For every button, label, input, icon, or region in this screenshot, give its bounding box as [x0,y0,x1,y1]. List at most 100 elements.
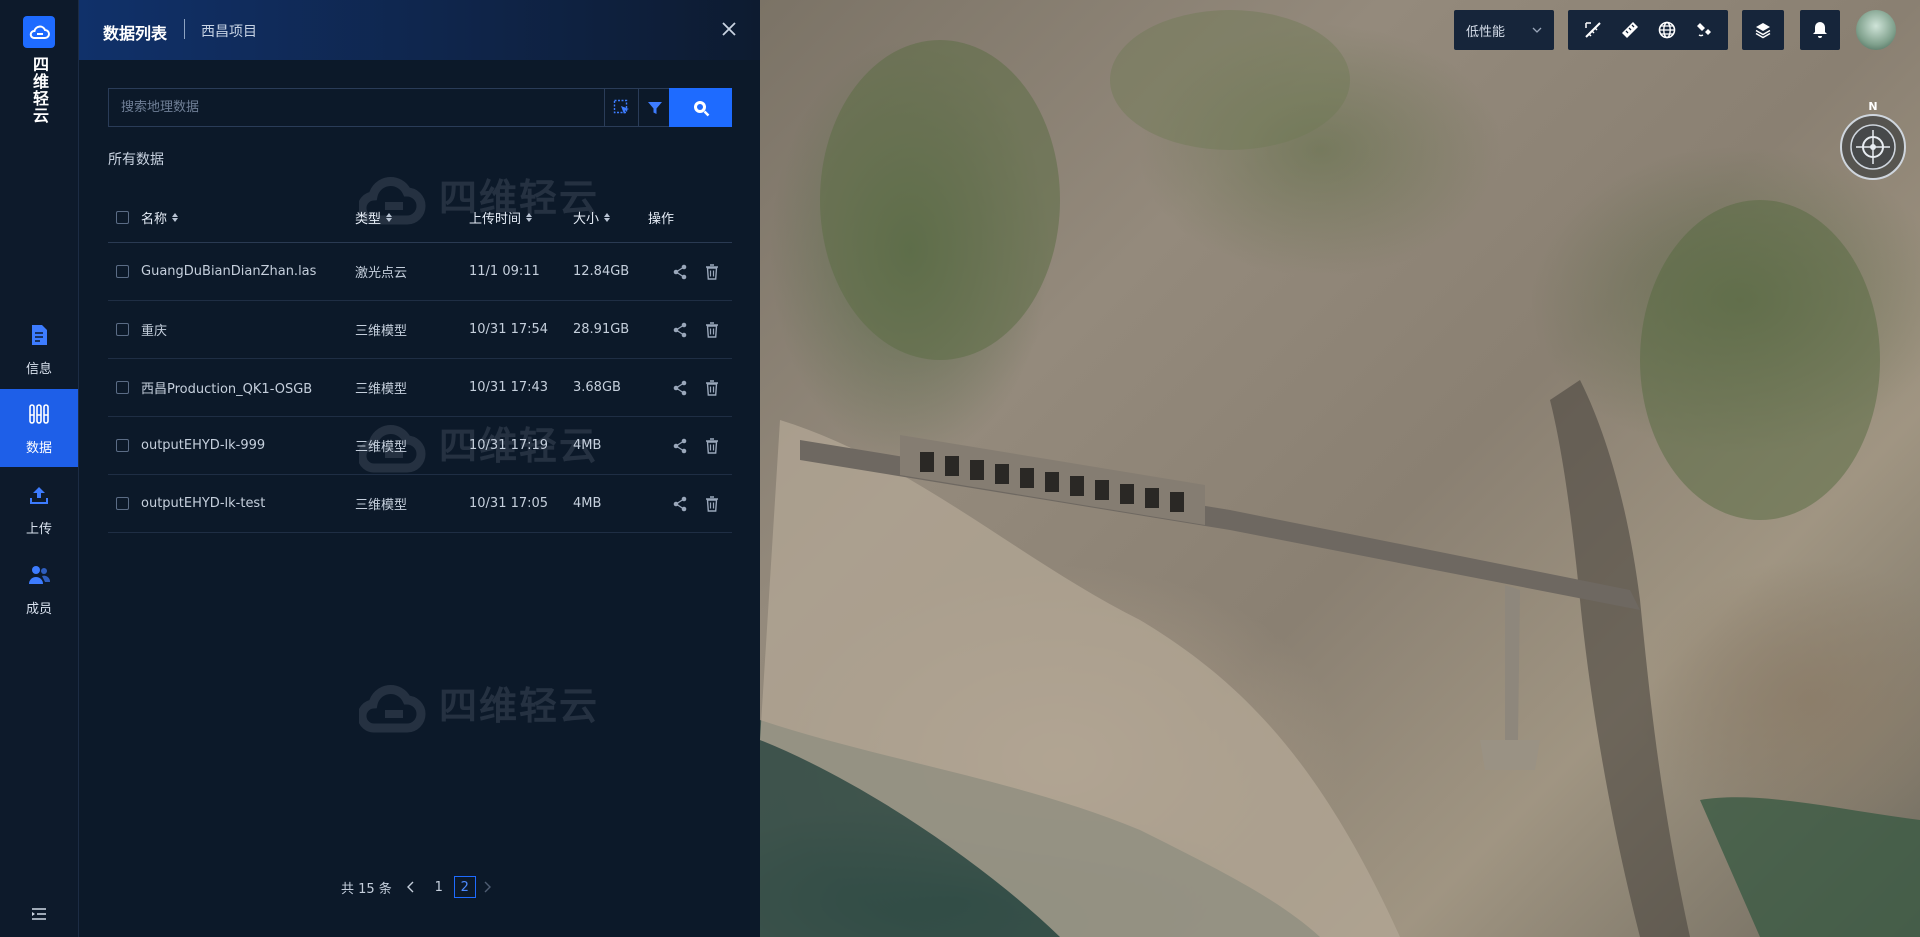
select-all-checkbox[interactable] [116,210,129,224]
table-row[interactable]: 重庆 三维模型 10/31 17:54 28.91GB [108,301,732,359]
panel-title: 数据列表 [103,24,168,43]
nav-item-info[interactable]: 信息 [0,310,78,388]
table-row[interactable]: 西昌Production_QK1-OSGB 三维模型 10/31 17:43 3… [108,359,732,417]
row-size: 12.84GB [573,264,630,279]
row-time: 11/1 09:11 [469,264,540,279]
left-nav: 四维轻云 信息 数据 上传 成员 [0,0,79,937]
row-type: 三维模型 [355,498,408,513]
row-time: 10/31 17:43 [469,380,549,395]
column-header-name[interactable]: 名称 [141,192,179,242]
column-header-time[interactable]: 上传时间 [469,192,533,242]
column-label: 大小 [573,211,600,227]
members-icon [0,550,78,594]
row-actions [671,243,721,300]
sort-icon [386,212,393,222]
row-actions [671,417,721,474]
nav-label-data: 数据 [25,441,52,456]
share-icon[interactable] [671,321,689,339]
nav-item-upload[interactable]: 上传 [0,470,78,548]
bell-icon [1809,19,1831,41]
sort-icon [526,212,533,222]
delete-icon[interactable] [703,379,721,397]
menu-collapse-icon[interactable] [0,907,78,921]
nav-item-data[interactable]: 数据 [0,389,78,467]
compass-north-label: N [1868,100,1877,113]
layers-button[interactable] [1742,10,1784,50]
share-icon[interactable] [671,437,689,455]
row-time: 10/31 17:05 [469,496,549,511]
next-page-icon[interactable] [480,876,494,898]
chevron-down-icon [1532,27,1542,33]
share-icon[interactable] [671,495,689,513]
performance-label: 低性能 [1466,24,1506,40]
delete-icon[interactable] [703,321,721,339]
row-time: 10/31 17:54 [469,322,549,337]
row-type: 三维模型 [355,440,408,455]
share-icon[interactable] [671,263,689,281]
row-size: 28.91GB [573,322,630,337]
column-label: 类型 [355,211,382,227]
row-checkbox[interactable] [116,497,129,510]
row-name: GuangDuBianDianZhan.las [141,264,317,279]
search-input[interactable] [109,89,604,126]
measure-icon[interactable] [1582,19,1604,41]
column-label: 名称 [141,211,168,227]
row-size: 4MB [573,496,602,511]
row-size: 4MB [573,438,602,453]
notifications-button[interactable] [1800,10,1840,50]
close-icon[interactable] [718,18,740,40]
nav-label-members: 成员 [25,602,52,617]
row-type: 三维模型 [355,324,408,339]
share-icon[interactable] [671,379,689,397]
nav-item-members[interactable]: 成员 [0,550,78,628]
map-viewport[interactable]: 低性能 N [760,0,1920,937]
search-button[interactable] [669,88,732,127]
layers-icon [1752,19,1774,41]
column-header-size[interactable]: 大小 [573,192,611,242]
app-logo[interactable]: 四维轻云 [0,16,78,128]
row-name: 西昌Production_QK1-OSGB [141,382,313,397]
project-name: 西昌项目 [201,24,257,40]
select-cursor-icon[interactable] [604,89,639,126]
row-checkbox[interactable] [116,323,129,336]
pagination: 共 15 条 1 2 [341,876,494,898]
row-checkbox[interactable] [116,439,129,452]
row-name: 重庆 [141,324,168,339]
row-actions [671,475,721,532]
delete-icon[interactable] [703,495,721,513]
section-label: 所有数据 [108,152,164,168]
row-type: 激光点云 [355,266,408,281]
search-bar [108,88,732,127]
page-button-1[interactable]: 1 [428,876,450,898]
map-tools-group [1568,10,1728,50]
row-checkbox[interactable] [116,265,129,278]
terrain-render [760,10,1920,937]
table-row[interactable]: GuangDuBianDianZhan.las 激光点云 11/1 09:11 … [108,243,732,301]
filter-icon[interactable] [638,89,670,126]
column-header-type[interactable]: 类型 [355,192,393,242]
row-type: 三维模型 [355,382,408,397]
ruler-icon[interactable] [1619,19,1641,41]
upload-icon [0,470,78,514]
delete-icon[interactable] [703,437,721,455]
globe-icon[interactable] [1656,19,1678,41]
performance-select[interactable]: 低性能 [1454,10,1554,50]
column-header-ops: 操作 [648,211,675,227]
row-name: outputEHYD-lk-test [141,496,266,511]
nav-label-info: 信息 [25,362,52,377]
nav-label-upload: 上传 [25,522,52,537]
compass-control[interactable]: N [1838,100,1908,184]
satellite-icon[interactable] [1693,19,1715,41]
row-time: 10/31 17:19 [469,438,549,453]
row-actions [671,301,721,358]
page-button-2[interactable]: 2 [453,876,476,898]
table-row[interactable]: outputEHYD-lk-999 三维模型 10/31 17:19 4MB [108,417,732,475]
table-row[interactable]: outputEHYD-lk-test 三维模型 10/31 17:05 4MB [108,475,732,533]
panel-header: 数据列表 西昌项目 [79,0,760,60]
delete-icon[interactable] [703,263,721,281]
row-checkbox[interactable] [116,381,129,394]
pagination-total: 共 15 条 [341,881,392,897]
document-icon [0,310,78,354]
prev-page-icon[interactable] [404,876,418,898]
user-avatar[interactable] [1856,10,1896,50]
